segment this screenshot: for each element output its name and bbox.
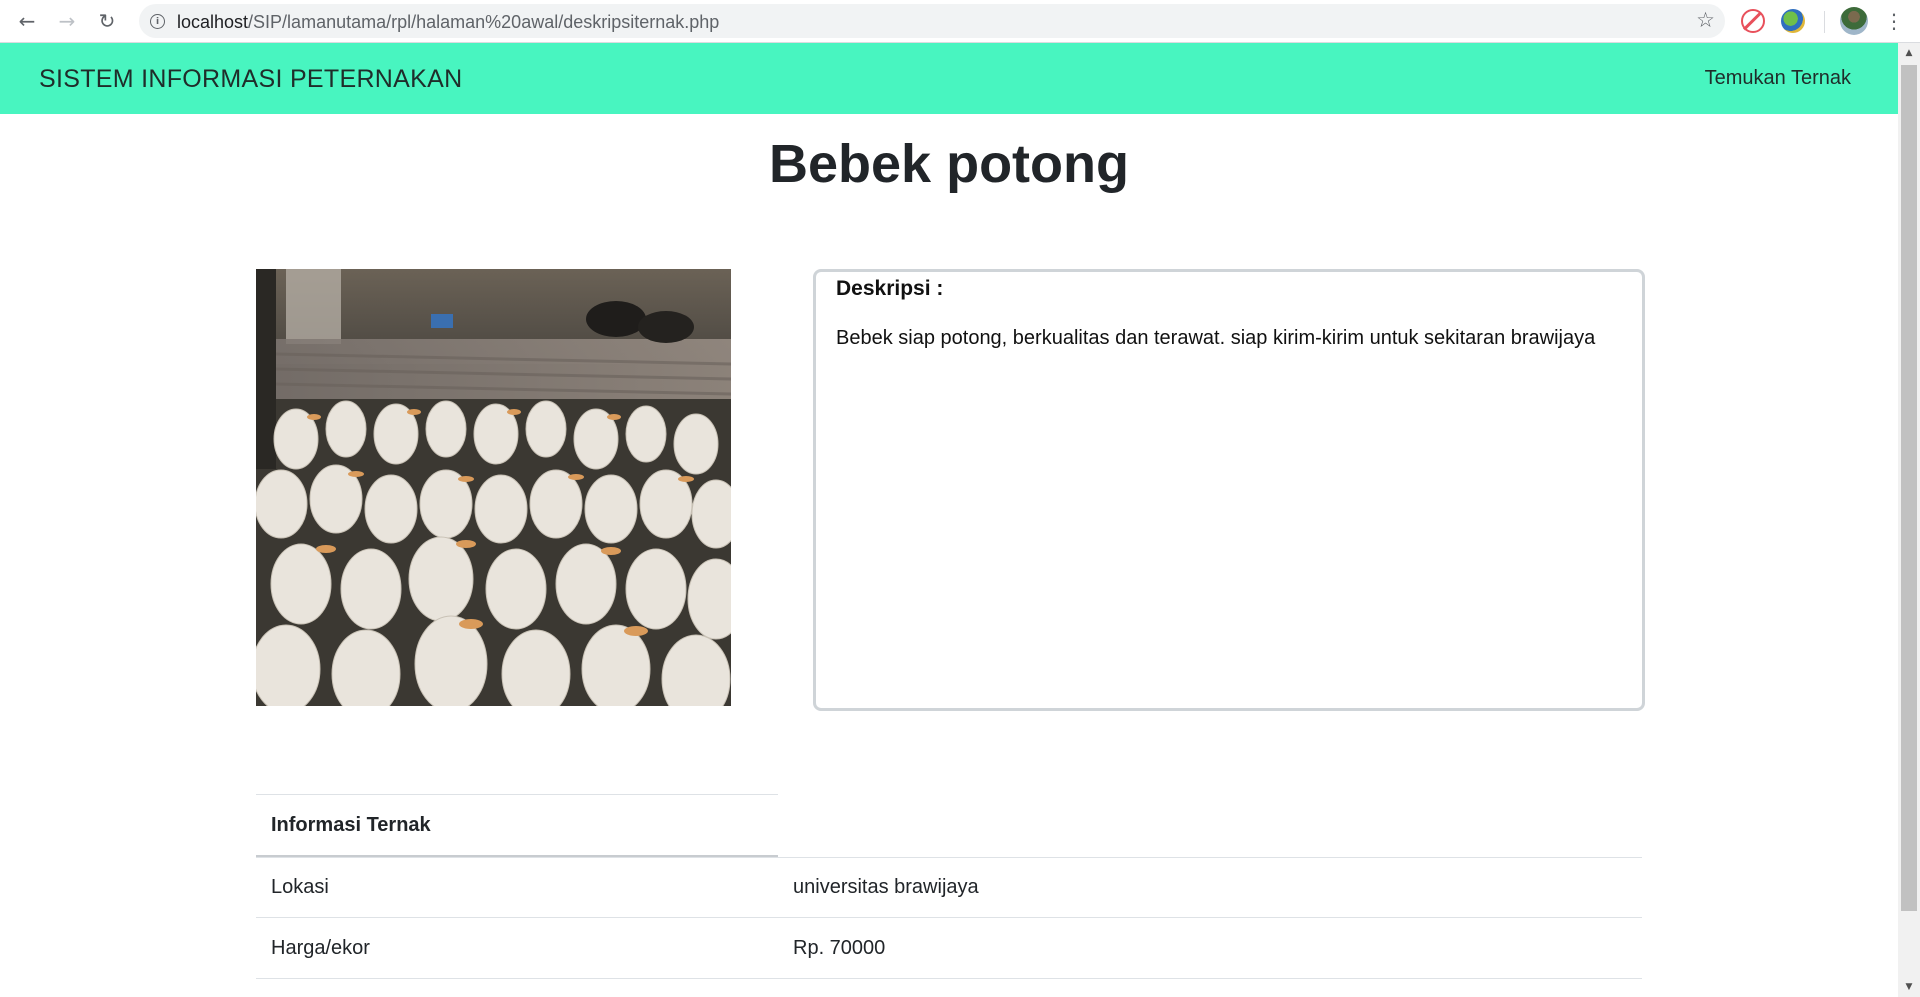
description-text: Bebek siap potong, berkualitas dan teraw… [836,327,1596,349]
extension-icon[interactable] [1741,9,1765,33]
extension-icon[interactable] [1781,9,1805,33]
ducks-photo [256,269,731,706]
url-path: /SIP/lamanutama/rpl/halaman%20awal/deskr… [248,12,720,32]
address-bar[interactable]: i localhost/SIP/lamanutama/rpl/halaman%2… [139,4,1725,38]
info-value-harga: Rp. 70000 [793,936,886,959]
info-table: Informasi Ternak Lokasi universitas braw… [256,794,1642,979]
info-key-harga: Harga/ekor [271,936,370,959]
table-divider [256,857,1642,858]
profile-avatar[interactable] [1840,7,1868,35]
ducks-photo-illustration [256,269,731,706]
site-brand[interactable]: SISTEM INFORMASI PETERNAKAN [39,65,462,94]
nav-link-temukan-ternak[interactable]: Temukan Ternak [1705,67,1851,90]
reload-icon[interactable]: ↻ [94,8,120,34]
forward-arrow-icon[interactable]: → [54,8,80,34]
url-text[interactable]: localhost/SIP/lamanutama/rpl/halaman%20a… [177,12,719,33]
kebab-menu-icon[interactable]: ⋮ [1884,9,1904,33]
info-key-lokasi: Lokasi [271,875,329,898]
info-icon[interactable]: i [150,14,165,29]
table-row: Harga/ekor Rp. 70000 [256,918,1642,979]
description-label: Deskripsi : [836,277,944,300]
scroll-thumb[interactable] [1901,65,1917,911]
browser-toolbar: ← → ↻ i localhost/SIP/lamanutama/rpl/hal… [0,0,1920,43]
site-navbar: SISTEM INFORMASI PETERNAKAN Temukan Tern… [0,43,1898,114]
description-box: Deskripsi : Bebek siap potong, berkualit… [813,269,1645,711]
page-title: Bebek potong [769,134,1129,194]
scroll-down-arrow-icon[interactable]: ▼ [1898,977,1920,997]
url-host: localhost [177,12,249,32]
star-icon[interactable]: ☆ [1696,8,1715,32]
page-scrollbar[interactable]: ▲ ▼ [1898,43,1920,997]
table-row: Lokasi universitas brawijaya [256,857,1642,918]
back-arrow-icon[interactable]: ← [14,8,40,34]
toolbar-divider [1824,11,1825,33]
info-value-lokasi: universitas brawijaya [793,875,979,898]
scroll-up-arrow-icon[interactable]: ▲ [1898,43,1920,63]
info-table-header: Informasi Ternak [256,794,778,857]
